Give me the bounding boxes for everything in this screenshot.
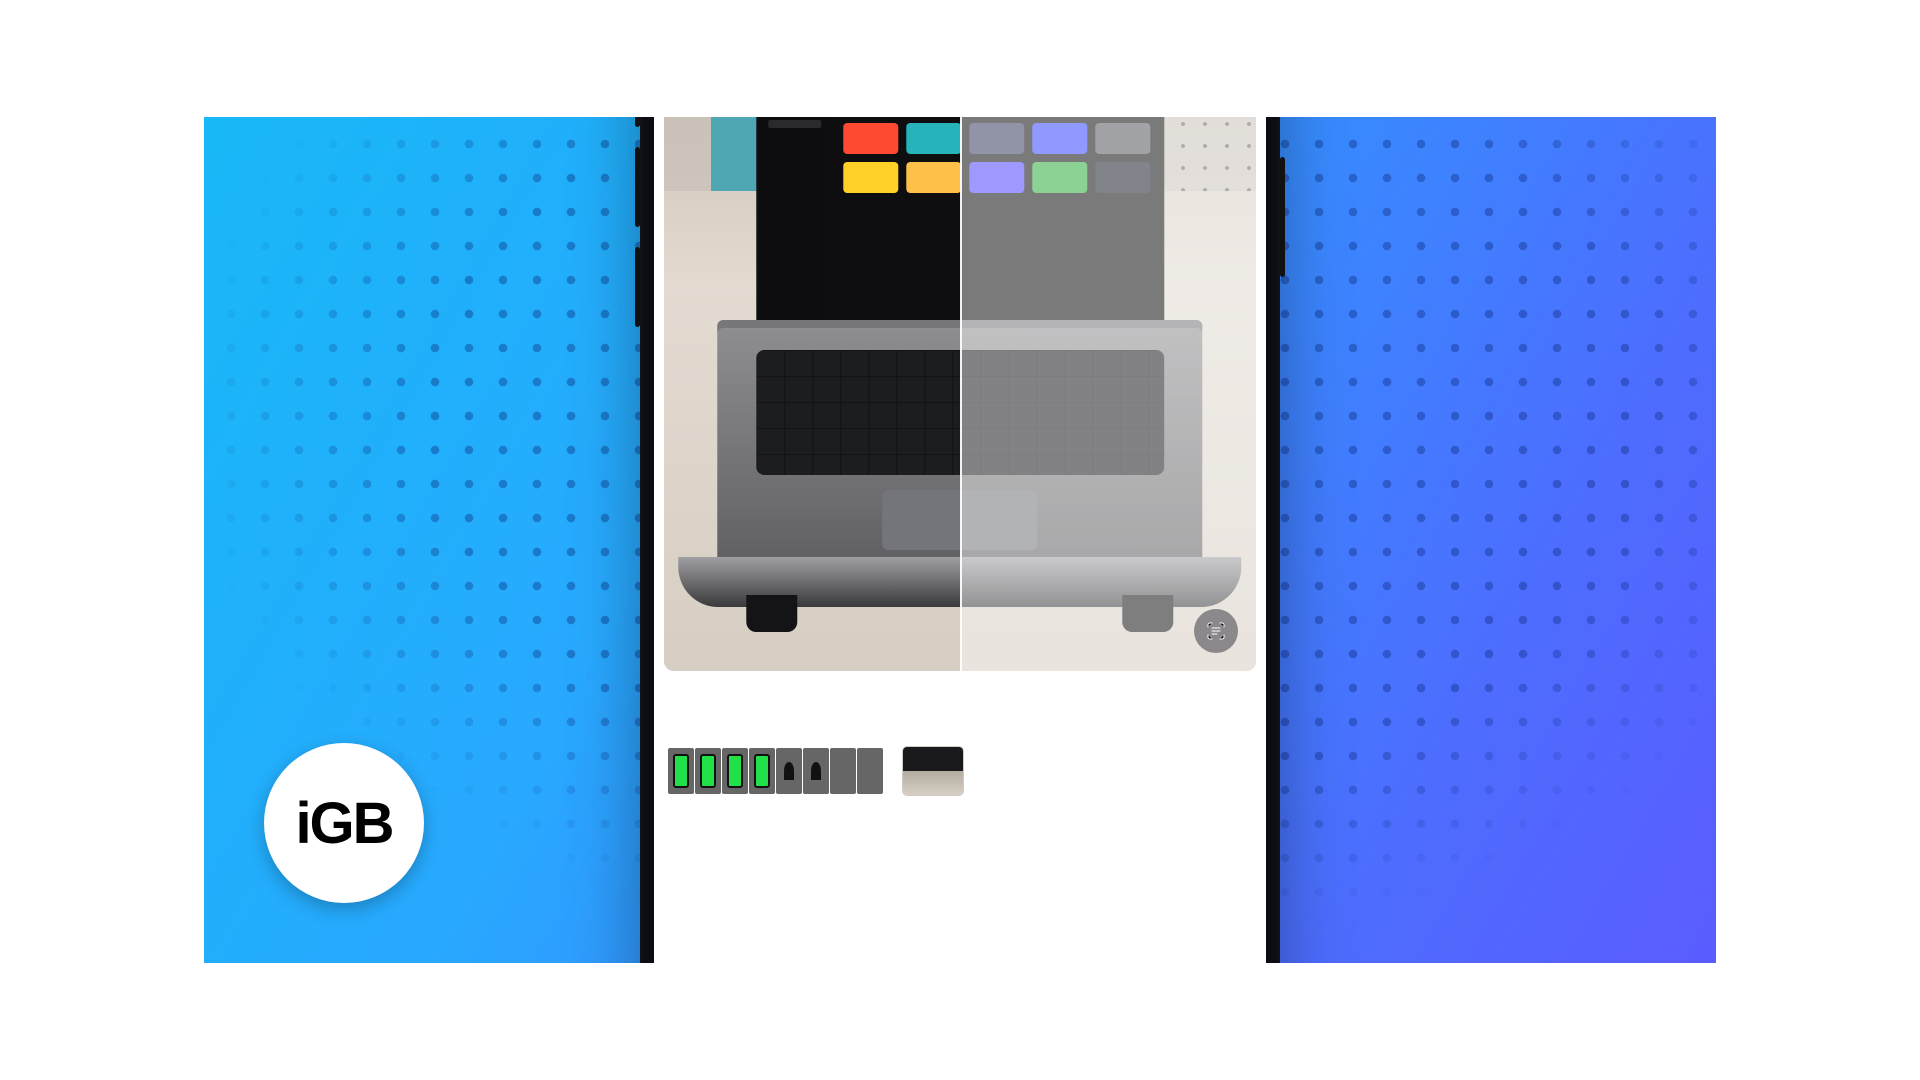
igb-logo-badge: iGB (264, 743, 424, 903)
volume-up-button (635, 147, 640, 227)
filmstrip-thumb[interactable] (775, 747, 803, 795)
filmstrip-cluster[interactable] (668, 747, 884, 795)
live-text-button[interactable] (1194, 609, 1238, 653)
filmstrip-thumb[interactable] (802, 747, 830, 795)
filmstrip-thumb[interactable] (748, 747, 776, 795)
photo-viewer[interactable]: iGB iGeeksBlog Home Videos Shorts Live (654, 117, 1266, 671)
live-text-icon (1204, 619, 1228, 643)
photo-filmstrip[interactable] (654, 743, 1266, 799)
edit-split-overlay (960, 117, 1256, 671)
filmstrip-thumb[interactable] (721, 747, 749, 795)
iphone-frame: iGB iGeeksBlog Home Videos Shorts Live (640, 117, 1280, 963)
filmstrip-thumb[interactable] (667, 747, 695, 795)
side-button (1280, 157, 1285, 277)
photo-main[interactable]: iGB iGeeksBlog Home Videos Shorts Live (664, 117, 1256, 671)
filmstrip-thumb[interactable] (856, 747, 884, 795)
filmstrip-thumb[interactable] (829, 747, 857, 795)
hero-image: iGB (204, 117, 1716, 963)
iphone-screen: iGB iGeeksBlog Home Videos Shorts Live (654, 117, 1266, 963)
volume-down-button (635, 247, 640, 327)
mute-switch (635, 117, 640, 127)
filmstrip-thumb-current[interactable] (902, 746, 964, 796)
igb-logo-text: iGB (295, 790, 392, 857)
filmstrip-thumb[interactable] (694, 747, 722, 795)
